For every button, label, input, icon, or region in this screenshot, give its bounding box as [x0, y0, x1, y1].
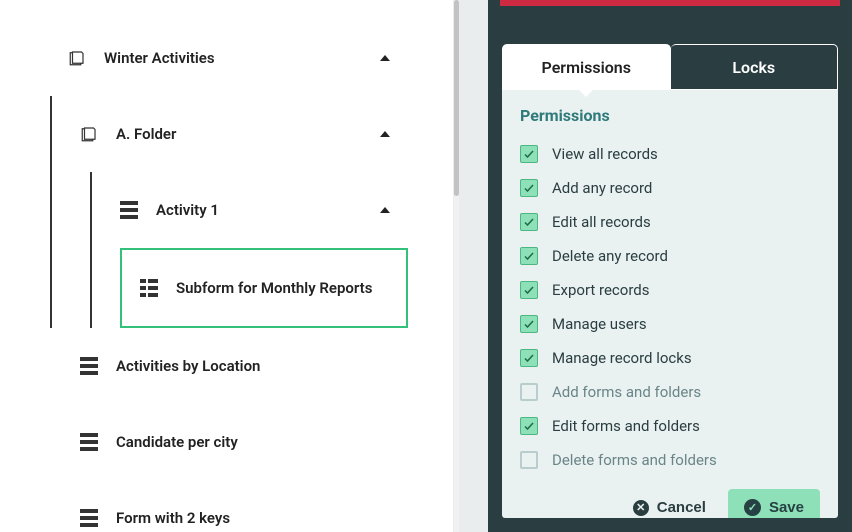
save-button[interactable]: ✓ Save	[728, 489, 820, 518]
checkbox[interactable]	[520, 179, 538, 197]
tree-item-label: Form with 2 keys	[116, 509, 230, 527]
checkbox[interactable]	[520, 383, 538, 401]
checkbox[interactable]	[520, 349, 538, 367]
tree-panel: Winter Activities A. Folder	[0, 0, 453, 532]
checkbox[interactable]	[520, 247, 538, 265]
tab-locks[interactable]: Locks	[671, 44, 839, 90]
permission-row[interactable]: Manage users	[520, 307, 820, 341]
check-circle-icon: ✓	[744, 499, 761, 516]
permission-label: View all records	[552, 145, 658, 163]
tree-item-form[interactable]: Candidate per city	[0, 404, 408, 480]
permission-label: Manage record locks	[552, 349, 692, 367]
permission-row[interactable]: Edit forms and folders	[520, 409, 820, 443]
permission-label: Edit all records	[552, 213, 651, 231]
checkbox[interactable]	[520, 281, 538, 299]
tab-permissions[interactable]: Permissions	[502, 44, 671, 90]
tabs: Permissions Locks	[488, 6, 852, 90]
tree-item-form[interactable]: Form with 2 keys	[0, 480, 408, 532]
chevron-up-icon	[380, 131, 390, 137]
form-icon	[80, 509, 98, 527]
footer-actions: ✕ Cancel ✓ Save	[520, 477, 820, 518]
permission-row[interactable]: View all records	[520, 137, 820, 171]
permissions-panel: Permissions Locks Permissions View all r…	[488, 0, 852, 532]
permission-label: Delete forms and folders	[552, 451, 717, 469]
permission-label: Delete any record	[552, 247, 668, 265]
folder-icon	[80, 125, 98, 143]
checkbox[interactable]	[520, 213, 538, 231]
checkbox[interactable]	[520, 145, 538, 163]
tree-item-winter-activities[interactable]: Winter Activities	[50, 20, 408, 96]
permission-label: Export records	[552, 281, 649, 299]
permission-row[interactable]: Edit all records	[520, 205, 820, 239]
permission-row[interactable]: Export records	[520, 273, 820, 307]
tab-label: Locks	[732, 58, 775, 77]
permission-row[interactable]: Add forms and folders	[520, 375, 820, 409]
tree-item-subform-selected[interactable]: Subform for Monthly Reports	[120, 248, 408, 328]
cancel-button[interactable]: ✕ Cancel	[627, 498, 712, 517]
subform-icon	[140, 279, 158, 297]
tree-item-label: A. Folder	[116, 125, 176, 143]
scrollbar-thumb[interactable]	[454, 0, 459, 196]
chevron-up-icon	[380, 55, 390, 61]
chevron-up-icon	[380, 207, 390, 213]
tab-label: Permissions	[542, 58, 631, 77]
permission-label: Add any record	[552, 179, 652, 197]
tree-item-label: Winter Activities	[104, 49, 215, 67]
permission-row[interactable]: Delete any record	[520, 239, 820, 273]
permission-label: Manage users	[552, 315, 647, 333]
tree-item-label: Activity 1	[156, 201, 219, 219]
permission-row[interactable]: Delete forms and folders	[520, 443, 820, 477]
tree-item-form[interactable]: Activities by Location	[0, 328, 408, 404]
checkbox[interactable]	[520, 315, 538, 333]
permission-row[interactable]: Add any record	[520, 171, 820, 205]
permission-label: Add forms and folders	[552, 383, 701, 401]
folder-icon	[68, 49, 86, 67]
tree-item-activity[interactable]: Activity 1	[92, 172, 408, 248]
tree-item-label: Candidate per city	[116, 433, 238, 451]
form-icon	[80, 357, 98, 375]
tree-item-label: Activities by Location	[116, 357, 260, 375]
permission-label: Edit forms and folders	[552, 417, 700, 435]
form-icon	[120, 201, 138, 219]
tree-item-label: Subform for Monthly Reports	[176, 279, 372, 297]
section-title: Permissions	[520, 106, 820, 125]
checkbox[interactable]	[520, 451, 538, 469]
panel-body: Permissions View all records Add any reco…	[502, 90, 838, 518]
permission-row[interactable]: Manage record locks	[520, 341, 820, 375]
button-label: Save	[769, 499, 804, 516]
button-label: Cancel	[657, 499, 706, 516]
form-icon	[80, 433, 98, 451]
close-icon: ✕	[633, 500, 649, 516]
checkbox[interactable]	[520, 417, 538, 435]
tree-item-folder[interactable]: A. Folder	[52, 96, 408, 172]
